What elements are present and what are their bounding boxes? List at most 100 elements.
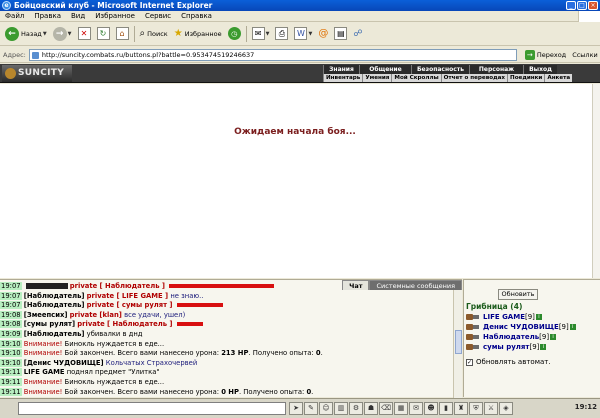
maximize-button[interactable]: □	[577, 1, 587, 10]
settings-icon[interactable]: ⚙	[349, 402, 363, 415]
chat-input[interactable]	[18, 402, 286, 415]
nav-security[interactable]: Безопасность	[411, 65, 469, 74]
filter-icon[interactable]: ▥	[334, 402, 348, 415]
edit-icon: W	[294, 27, 308, 40]
chat-line: 19:10 Внимание! Бинокль нуждается в еде.…	[0, 339, 452, 350]
nav-scrolls[interactable]: Мой Скроллы	[391, 74, 440, 82]
contacts-button[interactable]: ☍	[350, 25, 365, 43]
chat-tools: ➤ ✎ ☺ ▥ ⚙ ☗ ⌫ ▦ ✉ ☻ ▮ ♜ ⛨ ⚔ ◈	[289, 402, 514, 415]
nav-skills[interactable]: Умения	[362, 74, 391, 82]
minimize-button[interactable]: _	[566, 1, 576, 10]
player-row[interactable]: LIFE GAME [9] i	[466, 312, 598, 322]
chat-scroll-thumb[interactable]	[455, 330, 462, 354]
auto-refresh-option[interactable]: ✓ Обновлять автомат.	[466, 358, 551, 366]
chat-warning: Внимание!	[23, 349, 63, 358]
search-button[interactable]: ⌕ Поиск	[137, 25, 171, 43]
home-button[interactable]: ⌂	[113, 25, 132, 43]
chat-private-target[interactable]: private [ Наблюдатель ]	[70, 282, 165, 290]
player-info-icon[interactable]: i	[535, 314, 542, 320]
nav-battles[interactable]: Поединки	[507, 74, 544, 82]
shield-icon[interactable]: ⛨	[469, 402, 483, 415]
nav-exit[interactable]: Выход	[523, 65, 557, 74]
chat-private-target[interactable]: private [ Наблюдатель ]	[77, 320, 172, 328]
face-icon[interactable]: ☻	[424, 402, 438, 415]
menu-favorites[interactable]: Избранное	[90, 12, 140, 20]
chat-private-target[interactable]: private [ сумы рулят ]	[87, 301, 173, 309]
nav-character[interactable]: Персонаж	[469, 65, 523, 74]
suncity-logo: SUNCITY	[2, 65, 72, 82]
menu-help[interactable]: Справка	[176, 12, 217, 20]
links-button[interactable]: Ссылки	[572, 51, 598, 59]
chat-nick[interactable]: [Наблюдатель]	[24, 330, 85, 338]
auto-refresh-checkbox[interactable]: ✓	[466, 358, 473, 366]
player-name[interactable]: Наблюдатель	[483, 333, 539, 341]
nav-knowledge[interactable]: Знания	[323, 65, 359, 74]
mail-icon: ✉	[251, 27, 265, 40]
toolbar-separator	[245, 25, 247, 42]
mail-button[interactable]: ✉ ▼	[249, 25, 273, 43]
chat-timestamp: 19:11	[0, 387, 22, 396]
menu-file[interactable]: Файл	[0, 12, 29, 20]
chat-nick[interactable]: [Наблюдатель]	[24, 301, 85, 309]
bag-icon[interactable]: ◈	[499, 402, 513, 415]
chat-nick[interactable]: [Денис ЧУДОВИЩЕ]	[24, 359, 104, 367]
sword-icon[interactable]: ⚔	[484, 402, 498, 415]
player-info-icon[interactable]: i	[550, 334, 557, 340]
back-label: Назад	[21, 29, 42, 38]
chat-nick[interactable]: [сумы рулят]	[24, 320, 75, 328]
favorites-star-icon: ★	[173, 28, 183, 39]
player-name[interactable]: Денис ЧУДОВИЩЕ	[483, 323, 559, 331]
chat-messages: 19:07 private [ Наблюдатель ] 19:07 [Наб…	[0, 282, 452, 397]
edit-button[interactable]: W ▼	[291, 25, 315, 43]
refresh-button[interactable]: ↻	[94, 25, 113, 43]
go-button[interactable]: → Переход	[524, 49, 566, 60]
chat-scrollbar[interactable]	[453, 290, 462, 398]
player-info-icon[interactable]: i	[569, 324, 576, 330]
send-icon[interactable]: ➤	[289, 402, 303, 415]
nav-profile[interactable]: Анкета	[544, 74, 572, 82]
refresh-room-button[interactable]: Обновить	[498, 289, 538, 300]
back-arrow-icon: ←	[5, 26, 19, 41]
map-icon[interactable]: ▦	[394, 402, 408, 415]
chat-nick[interactable]: [Наблюдатель]	[24, 292, 85, 300]
research-button[interactable]: ▤	[331, 25, 350, 43]
nav-communication[interactable]: Общение	[359, 65, 411, 74]
chat-private-target[interactable]: private [klan]	[70, 311, 122, 319]
main-scrollbar[interactable]	[592, 84, 600, 278]
player-row[interactable]: Денис ЧУДОВИЩЕ [9] i	[466, 322, 598, 332]
clear-icon[interactable]: ✎	[304, 402, 318, 415]
chat-private-target[interactable]: private [ LIFE GAME ]	[87, 292, 169, 300]
messenger-button[interactable]: @	[315, 25, 331, 43]
player-row[interactable]: Наблюдатель [9] i	[466, 332, 598, 342]
stop-button[interactable]: ✕	[75, 25, 94, 43]
trash-icon[interactable]: ⌫	[379, 402, 393, 415]
stats-icon[interactable]: ▮	[439, 402, 453, 415]
quest-icon[interactable]: ♜	[454, 402, 468, 415]
back-button[interactable]: ← Назад ▼	[2, 25, 50, 43]
menu-view[interactable]: Вид	[66, 12, 90, 20]
smile-icon[interactable]: ☺	[319, 402, 333, 415]
fighter-icon[interactable]: ☗	[364, 402, 378, 415]
menu-tools[interactable]: Сервис	[140, 12, 176, 20]
nav-inventory[interactable]: Инвентарь	[323, 74, 362, 82]
menu-edit[interactable]: Правка	[29, 12, 66, 20]
chat-timestamp: 19:07	[0, 282, 22, 290]
title-bar: e Бойцовский клуб - Microsoft Internet E…	[0, 0, 600, 11]
address-input[interactable]: http://suncity.combats.ru/buttons.pl?bat…	[28, 48, 517, 61]
player-row[interactable]: сумы рулят [9] i	[466, 342, 598, 352]
log-icon[interactable]: ✉	[409, 402, 423, 415]
player-name[interactable]: LIFE GAME	[483, 313, 525, 321]
history-button[interactable]: ◷	[225, 25, 244, 43]
chat-nick[interactable]: [Змеепсих]	[24, 311, 68, 319]
player-name[interactable]: сумы рулят	[483, 343, 529, 351]
print-button[interactable]: ⎙	[272, 25, 291, 43]
forward-button[interactable]: → ▼	[50, 25, 75, 43]
player-info-icon[interactable]: i	[540, 344, 547, 350]
chat-line: 19:11 LIFE GAME поднял предмет "Улитка"	[0, 368, 452, 378]
favorites-button[interactable]: ★ Избранное	[171, 25, 225, 43]
nav-transfers[interactable]: Отчет о переводах	[440, 74, 507, 82]
chat-warning: Внимание!	[23, 377, 63, 386]
chat-nick[interactable]: LIFE GAME	[24, 368, 65, 376]
close-button[interactable]: ×	[588, 1, 598, 10]
menu-bar: Файл Правка Вид Избранное Сервис Справка	[0, 11, 600, 22]
